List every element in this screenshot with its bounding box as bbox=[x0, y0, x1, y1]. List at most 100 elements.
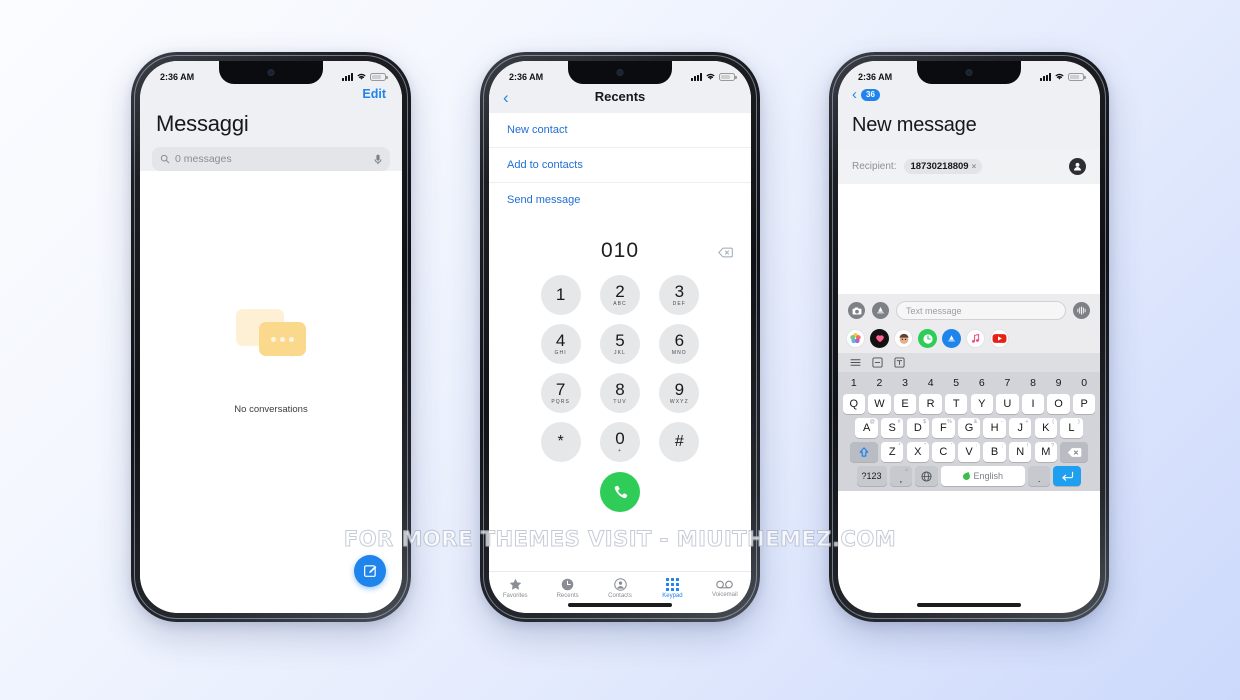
key-t[interactable]: T bbox=[944, 394, 968, 414]
dial-key-7[interactable]: 7 PQRS bbox=[540, 373, 581, 413]
heart-glyph bbox=[875, 335, 884, 343]
camera-icon[interactable] bbox=[848, 302, 865, 319]
action-add-to-contacts[interactable]: Add to contacts bbox=[489, 148, 751, 183]
clipboard-icon[interactable] bbox=[872, 357, 883, 368]
photos-icon[interactable] bbox=[846, 329, 865, 348]
key-digit: # bbox=[674, 433, 684, 450]
key-alt: $ bbox=[923, 419, 927, 425]
back-button[interactable]: ‹ bbox=[503, 89, 509, 106]
key-4[interactable]: 4 bbox=[919, 375, 942, 390]
dial-key-0[interactable]: 0 + bbox=[599, 422, 640, 462]
key-0[interactable]: 0 bbox=[1073, 375, 1096, 390]
recipient-chip[interactable]: 18730218809 × bbox=[904, 159, 983, 174]
key-letters: TUV bbox=[613, 399, 627, 406]
memoji-icon[interactable] bbox=[894, 329, 913, 348]
recipient-field[interactable]: Recipient: 18730218809 × bbox=[838, 149, 1100, 184]
key-1[interactable]: 1 bbox=[843, 375, 866, 390]
key-f[interactable]: % F bbox=[932, 418, 955, 438]
key-q[interactable]: Q bbox=[842, 394, 866, 414]
tab-label: Contacts bbox=[608, 592, 632, 599]
action-new-contact[interactable]: New contact bbox=[489, 113, 751, 148]
key-p[interactable]: P bbox=[1072, 394, 1096, 414]
key-k[interactable]: (K bbox=[1034, 418, 1058, 438]
key-w[interactable]: W bbox=[868, 394, 891, 414]
symbols-key[interactable]: ?123 bbox=[856, 466, 887, 486]
action-send-message[interactable]: Send message bbox=[489, 183, 751, 217]
key-3[interactable]: 3 bbox=[894, 375, 917, 390]
youtube-icon[interactable] bbox=[990, 329, 1009, 348]
contact-avatar-icon[interactable] bbox=[1069, 158, 1086, 175]
key-letters: JKL bbox=[614, 350, 626, 357]
key-s[interactable]: # S bbox=[880, 418, 904, 438]
key-8[interactable]: 8 bbox=[1022, 375, 1045, 390]
clock-green-icon[interactable] bbox=[918, 329, 937, 348]
tab-keypad[interactable]: Keypad bbox=[646, 572, 698, 604]
dial-key-6[interactable]: 6 MNO bbox=[659, 324, 700, 364]
space-key[interactable]: English bbox=[940, 466, 1025, 486]
dial-key-9[interactable]: 9 WXYZ bbox=[659, 373, 700, 413]
dial-key-8[interactable]: 8 TUV bbox=[599, 373, 640, 413]
dial-key-hash[interactable]: # bbox=[659, 422, 700, 462]
tab-voicemail[interactable]: Voicemail bbox=[699, 572, 751, 604]
key-e[interactable]: E bbox=[893, 394, 917, 414]
dial-key-5[interactable]: 5 JKL bbox=[599, 324, 640, 364]
menu-lines-icon[interactable] bbox=[850, 357, 861, 368]
text-format-icon[interactable] bbox=[894, 357, 905, 368]
back-with-badge[interactable]: ‹ 36 bbox=[852, 87, 1086, 102]
edit-button[interactable]: Edit bbox=[140, 87, 402, 101]
key-l[interactable]: ) L bbox=[1060, 418, 1083, 438]
microphone-icon[interactable] bbox=[374, 154, 382, 165]
enter-key[interactable] bbox=[1053, 466, 1082, 486]
dial-key-3[interactable]: 3 DEF bbox=[659, 275, 700, 315]
key-7[interactable]: 7 bbox=[996, 375, 1019, 390]
globe-key[interactable] bbox=[915, 466, 938, 486]
wifi-icon bbox=[706, 73, 715, 80]
key-m[interactable]: ? M bbox=[1034, 442, 1058, 462]
key-b[interactable]: ; B bbox=[983, 442, 1006, 462]
close-x-icon[interactable]: × bbox=[972, 162, 977, 171]
dial-key-2[interactable]: 2 ABC bbox=[599, 275, 640, 315]
backspace-button[interactable] bbox=[718, 247, 733, 261]
key-h[interactable]: -H bbox=[983, 418, 1006, 438]
key-r[interactable]: R bbox=[919, 394, 942, 414]
key-5[interactable]: 5 bbox=[945, 375, 968, 390]
music-note-icon[interactable] bbox=[966, 329, 985, 348]
key-i[interactable]: I bbox=[1021, 394, 1045, 414]
key-v[interactable]: :V bbox=[957, 442, 981, 462]
key-char: H bbox=[990, 422, 999, 434]
call-button[interactable] bbox=[600, 472, 640, 512]
battery-icon bbox=[1068, 72, 1086, 81]
shift-key[interactable] bbox=[849, 442, 878, 462]
app-store-blue-icon[interactable] bbox=[942, 329, 961, 348]
key-y[interactable]: Y bbox=[970, 394, 994, 414]
period-key[interactable]: . bbox=[1027, 466, 1051, 486]
text-message-input[interactable]: Text message bbox=[896, 301, 1066, 320]
key-6[interactable]: 6 bbox=[971, 375, 994, 390]
compose-button[interactable] bbox=[354, 555, 386, 587]
key-j[interactable]: + J bbox=[1008, 418, 1032, 438]
key-o[interactable]: O bbox=[1047, 394, 1070, 414]
key-a[interactable]: @ A bbox=[855, 418, 878, 438]
app-store-icon[interactable] bbox=[872, 302, 889, 319]
key-z[interactable]: * Z bbox=[880, 442, 904, 462]
comma-key[interactable]: ☺ , bbox=[889, 466, 913, 486]
action-list: New contact Add to contacts Send message bbox=[489, 113, 751, 217]
audio-waveform-icon[interactable] bbox=[1073, 302, 1090, 319]
key-x[interactable]: " X bbox=[906, 442, 930, 462]
key-2[interactable]: 2 bbox=[868, 375, 891, 390]
key-g[interactable]: & G bbox=[957, 418, 981, 438]
music-heart-icon[interactable] bbox=[870, 329, 889, 348]
key-9[interactable]: 9 bbox=[1047, 375, 1070, 390]
dial-key-4[interactable]: 4 GHI bbox=[540, 324, 581, 364]
key-u[interactable]: U bbox=[996, 394, 1019, 414]
key-c[interactable]: ' C bbox=[932, 442, 955, 462]
dial-key-star[interactable]: * bbox=[540, 422, 581, 462]
dial-key-1[interactable]: 1 bbox=[540, 275, 581, 315]
tab-contacts[interactable]: Contacts bbox=[594, 572, 646, 604]
search-input[interactable]: 0 messages bbox=[152, 147, 390, 171]
tab-favorites[interactable]: Favorites bbox=[489, 572, 541, 604]
backspace-key[interactable] bbox=[1060, 442, 1089, 462]
key-d[interactable]: $ D bbox=[906, 418, 930, 438]
tab-recents[interactable]: Recents bbox=[541, 572, 593, 604]
key-n[interactable]: ! N bbox=[1008, 442, 1032, 462]
